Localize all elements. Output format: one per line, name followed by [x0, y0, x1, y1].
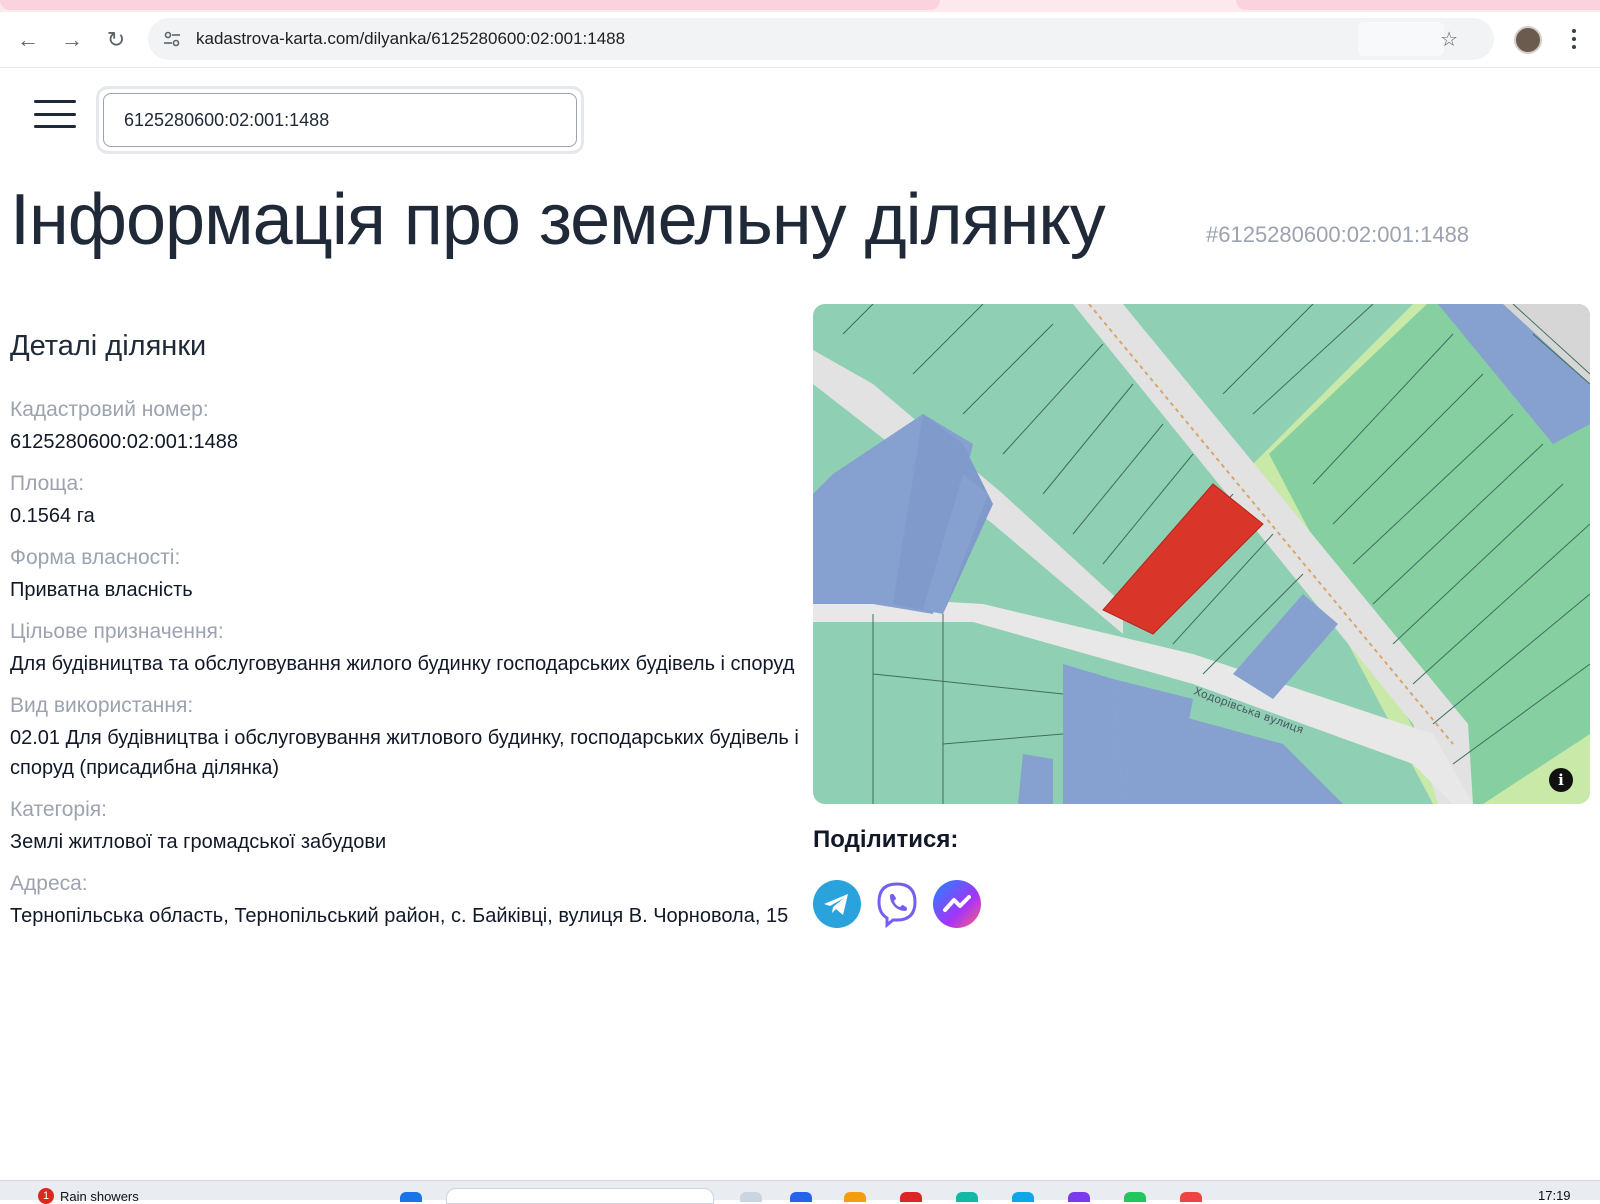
map-canvas[interactable]: Ходорівська вулиця [813, 304, 1590, 804]
field-address: Адреса: Тернопільська область, Тернопіль… [10, 869, 800, 931]
field-label: Цільове призначення: [10, 620, 224, 643]
taskbar-app-icon[interactable] [790, 1192, 812, 1202]
field-value: Землі житлової та громадської забудови [10, 831, 387, 853]
page-title: Інформація про земельну ділянку [10, 180, 1106, 260]
weather-text: Rain showers [60, 1188, 139, 1204]
share-title: Поділитися: [813, 826, 959, 853]
taskbar-app-icon[interactable] [1124, 1192, 1146, 1202]
field-label: Категорія: [10, 798, 107, 821]
taskbar-search[interactable] [446, 1188, 714, 1204]
field-label: Площа: [10, 472, 85, 495]
details-heading: Деталі ділянки [10, 330, 207, 362]
field-label: Адреса: [10, 872, 88, 895]
taskbar-app-icon[interactable] [740, 1192, 762, 1202]
field-usage: Вид використання: 02.01 Для будівництва … [10, 691, 800, 783]
address-url[interactable]: kadastrova-karta.com/dilyanka/6125280600… [196, 29, 625, 49]
taskbar-app-icon[interactable] [1068, 1192, 1090, 1202]
taskbar-app-icon[interactable] [1012, 1192, 1034, 1202]
chrome-icon[interactable] [1180, 1192, 1202, 1202]
field-area: Площа: 0.1564 га [10, 469, 800, 531]
folder-icon[interactable] [844, 1192, 866, 1202]
field-value: 02.01 Для будівництва і обслуговування ж… [10, 727, 799, 779]
field-value: 6125280600:02:001:1488 [10, 431, 239, 453]
field-cadastral-number: Кадастровий номер: 6125280600:02:001:148… [10, 395, 800, 457]
browser-tabstrip [0, 0, 1600, 12]
profile-avatar[interactable] [1514, 26, 1542, 54]
extension-ghost [1358, 22, 1444, 56]
telegram-icon[interactable] [813, 880, 861, 928]
viber-icon[interactable] [873, 880, 921, 928]
field-value: Приватна власність [10, 579, 193, 601]
blue-parcel [1018, 754, 1053, 804]
field-ownership: Форма власності: Приватна власність [10, 543, 800, 605]
taskbar-app-icon[interactable] [900, 1192, 922, 1202]
page-subtitle: #6125280600:02:001:1488 [1206, 222, 1470, 247]
browser-tab[interactable] [1236, 0, 1600, 10]
field-purpose: Цільове призначення: Для будівництва та … [10, 617, 800, 679]
site-settings-icon[interactable] [162, 29, 182, 49]
field-label: Кадастровий номер: [10, 398, 209, 421]
field-value: 0.1564 га [10, 505, 95, 527]
hamburger-menu-icon[interactable] [34, 100, 76, 128]
reload-icon[interactable]: ↻ [102, 26, 130, 54]
weather-widget[interactable]: 1 Rain showers [38, 1188, 139, 1204]
cadastral-map[interactable]: Ходорівська вулиця [813, 304, 1590, 804]
forward-icon[interactable]: → [58, 26, 86, 54]
field-value: Для будівництва та обслуговування жилого… [10, 653, 795, 675]
taskbar-clock: 17:19 [1538, 1188, 1571, 1203]
field-label: Форма власності: [10, 546, 181, 569]
taskbar-app-icon[interactable] [956, 1192, 978, 1202]
field-category: Категорія: Землі житлової та громадської… [10, 795, 800, 857]
weather-badge: 1 [38, 1188, 54, 1204]
bookmark-star-icon[interactable]: ☆ [1440, 27, 1458, 52]
address-bar[interactable]: kadastrova-karta.com/dilyanka/6125280600… [148, 18, 1494, 60]
browser-toolbar: ← → ↻ kadastrova-karta.com/dilyanka/6125… [0, 12, 1600, 68]
browser-tab-active[interactable] [0, 0, 940, 10]
search-focus-ring [96, 86, 584, 154]
browser-menu-icon[interactable] [1564, 24, 1584, 54]
map-info-icon[interactable]: i [1549, 768, 1573, 792]
messenger-icon[interactable] [933, 880, 981, 928]
share-buttons [813, 880, 981, 928]
back-icon[interactable]: ← [14, 26, 42, 54]
cadastral-search-input[interactable] [103, 93, 577, 147]
field-label: Вид використання: [10, 694, 194, 717]
parcel-details: Деталі ділянки Кадастровий номер: 612528… [10, 330, 800, 943]
field-value: Тернопільська область, Тернопільський ра… [10, 905, 789, 927]
start-icon[interactable] [400, 1192, 422, 1202]
